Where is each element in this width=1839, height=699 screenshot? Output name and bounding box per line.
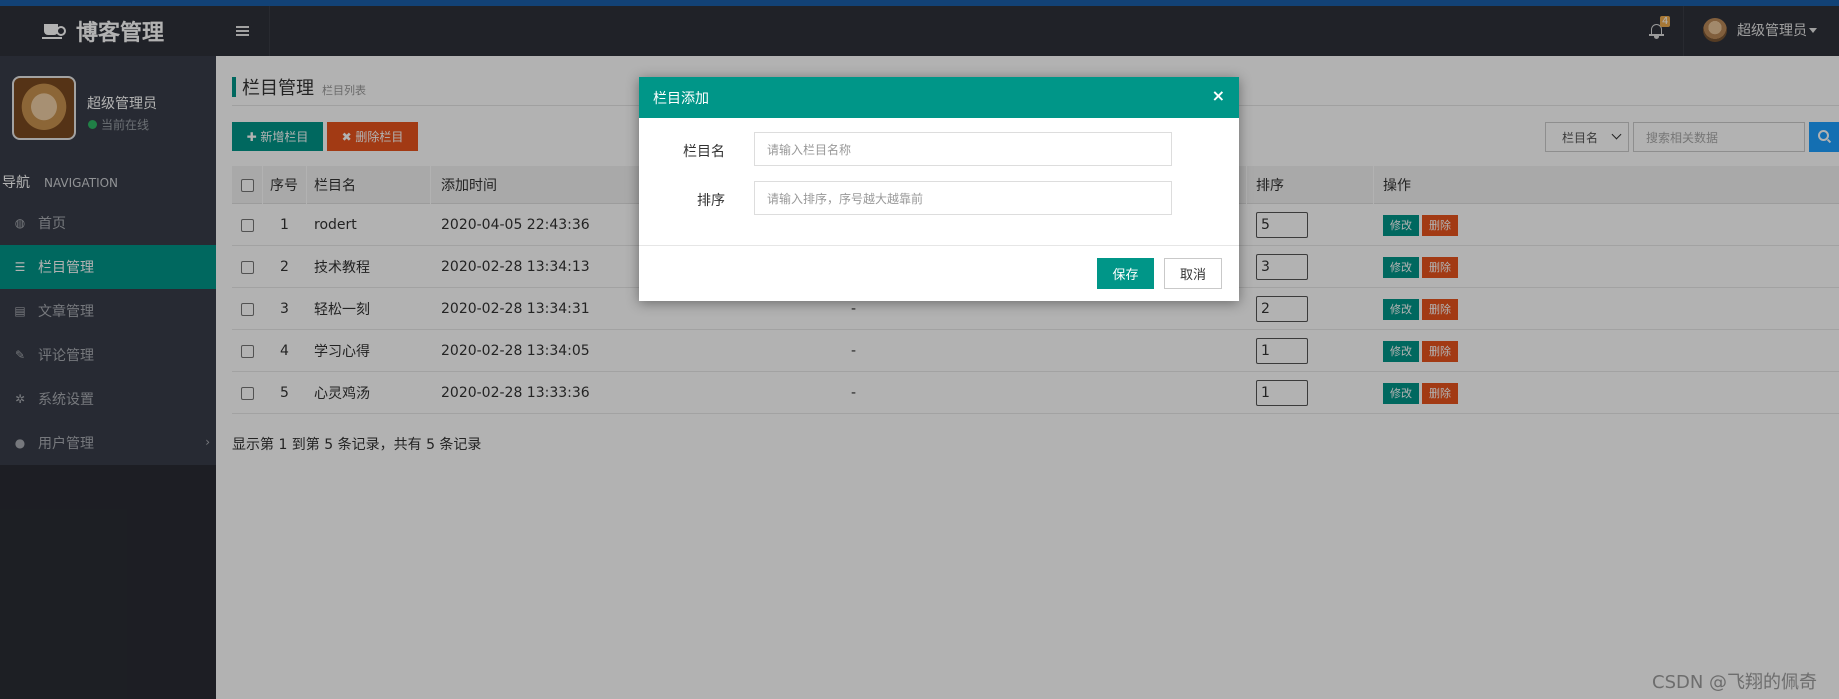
modal-title: 栏目添加 — [653, 90, 709, 107]
sort-order-input[interactable]: 请输入排序，序号越大越靠前 — [754, 181, 1172, 215]
cancel-button[interactable]: 取消 — [1164, 258, 1222, 289]
name-label: 栏目名 — [683, 144, 725, 160]
modal-header: 栏目添加 × — [639, 77, 1239, 118]
category-name-input[interactable]: 请输入栏目名称 — [754, 132, 1172, 166]
save-button[interactable]: 保存 — [1097, 258, 1154, 289]
name-placeholder: 请输入栏目名称 — [767, 142, 852, 157]
modal-divider — [639, 245, 1239, 246]
sort-placeholder: 请输入排序，序号越大越靠前 — [767, 191, 924, 206]
watermark: CSDN @飞翔的佩奇 — [1652, 672, 1818, 693]
sort-label: 排序 — [697, 193, 725, 209]
add-category-modal: 栏目添加 × 栏目名 请输入栏目名称 排序 请输入排序，序号越大越靠前 保存 取… — [639, 77, 1239, 301]
close-icon[interactable]: × — [1212, 87, 1225, 105]
